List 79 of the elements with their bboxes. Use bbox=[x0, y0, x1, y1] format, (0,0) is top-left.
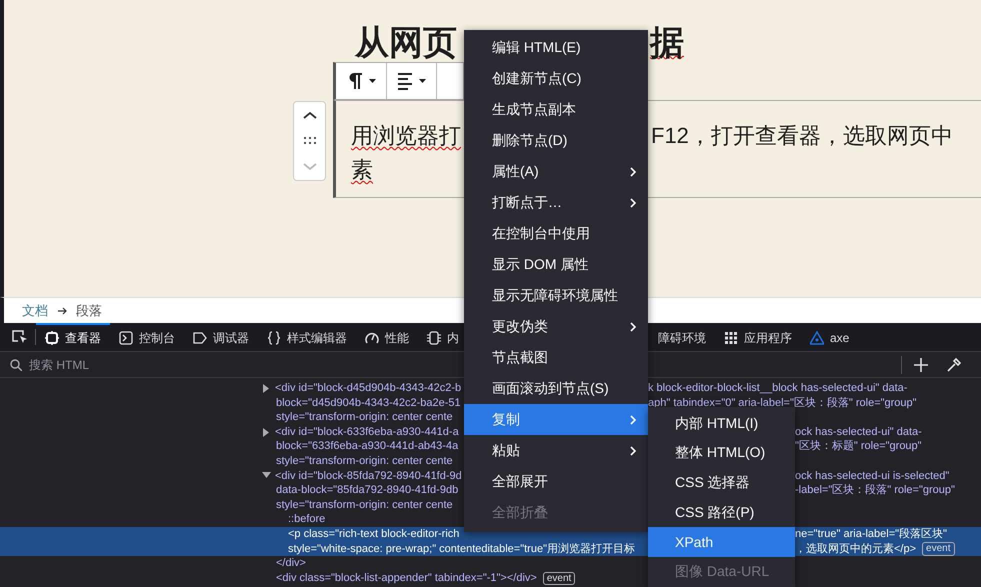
menu-item[interactable]: 属性(A) bbox=[464, 156, 648, 187]
devtools-tab[interactable]: axe bbox=[801, 323, 858, 351]
html-code-line: <div id="block-633f6eba-a930-441d-a bbox=[275, 424, 459, 440]
triangle-icon bbox=[810, 331, 824, 345]
drag-handle-icon[interactable] bbox=[304, 137, 316, 144]
menu-item[interactable]: 整体 HTML(O) bbox=[648, 438, 795, 468]
devtools-tab[interactable]: 样式编辑器 bbox=[258, 323, 356, 351]
devtools-tab[interactable]: 查看器 bbox=[36, 323, 110, 351]
devtools-tab[interactable]: 性能 bbox=[356, 323, 418, 351]
html-code-line: style="transform-origin: center cente bbox=[276, 454, 453, 469]
html-code-line: style="transform-origin: center cente bbox=[276, 498, 453, 512]
chevron-up-icon[interactable] bbox=[302, 110, 316, 120]
devtools-tab[interactable]: 应用程序 bbox=[715, 323, 801, 351]
html-code-line: ne="true" aria-label="段落区块" bbox=[795, 526, 947, 542]
align-left-icon bbox=[397, 71, 413, 91]
heading-text: 从网页 bbox=[355, 24, 457, 62]
search-field[interactable]: 搜索 HTML bbox=[27, 356, 231, 372]
gauge-icon bbox=[365, 331, 379, 345]
menu-item[interactable]: 内部 HTML(I) bbox=[648, 409, 795, 439]
html-code-line: aph" tabindex="0" aria-label="区块：段落" role="group" bbox=[648, 396, 917, 410]
html-code-line: "区块：标题" role="group" bbox=[795, 439, 922, 454]
paragraph-text: 用浏览器打 bbox=[351, 123, 461, 148]
html-code-line: style="transform-origin: center cente bbox=[276, 410, 453, 425]
devtools-tab[interactable]: 障碍环境 bbox=[649, 323, 715, 351]
element-picker-icon[interactable] bbox=[12, 329, 28, 345]
breadcrumb-item: 段落 bbox=[76, 302, 102, 320]
menu-item[interactable]: 粘贴 bbox=[464, 435, 648, 466]
menu-item[interactable]: 显示 DOM 属性 bbox=[464, 249, 648, 280]
html-code-line: <p class="rich-text block-editor-rich bbox=[288, 526, 460, 542]
html-code-line: block="d45d904b-4343-42c2-ba2e-51 bbox=[276, 396, 461, 410]
debugger-icon bbox=[193, 331, 207, 345]
breadcrumb-link[interactable]: 文档 bbox=[22, 302, 48, 320]
html-code-line: ::before bbox=[288, 512, 326, 527]
collapse-triangle-icon[interactable] bbox=[262, 471, 271, 480]
html-code-line: </div> bbox=[276, 556, 306, 571]
plus-icon bbox=[914, 358, 928, 372]
menu-item[interactable]: 删除节点(D) bbox=[464, 125, 648, 156]
menu-item[interactable]: 画面滚动到节点(S) bbox=[464, 373, 648, 404]
grid-icon bbox=[724, 331, 738, 345]
html-code-line: block="633f6eba-a930-441d-ab43-4a bbox=[276, 439, 458, 454]
chip-icon bbox=[427, 331, 441, 345]
html-code-line: k block-editor-block-list__block has-selected-ui" data- bbox=[648, 381, 908, 396]
arrow-right-icon bbox=[57, 306, 67, 316]
menu-item[interactable]: 编辑 HTML(E) bbox=[464, 32, 648, 63]
paragraph-text: F12，打开查看器，选取网页中 bbox=[651, 122, 953, 150]
html-code-line: ock has-selected-ui" data- bbox=[795, 424, 922, 440]
caret-icon bbox=[369, 79, 376, 83]
menu-item[interactable]: XPath bbox=[648, 527, 795, 557]
heading-text: 据 bbox=[650, 24, 684, 62]
html-code-line: ock has-selected-ui is-selected" bbox=[795, 468, 950, 484]
menu-item[interactable]: 创建新节点(C) bbox=[464, 63, 648, 94]
paragraph-text: 素 bbox=[351, 157, 373, 182]
html-code-line: ，选取网页中的元素</p> bbox=[795, 542, 916, 556]
html-code-line: <div class="block-list-appender" tabindex="-1"></div> bbox=[276, 570, 537, 586]
menu-item[interactable]: 显示无障碍环境属性 bbox=[464, 280, 648, 311]
eyedropper-icon bbox=[946, 356, 962, 372]
expand-triangle-icon[interactable] bbox=[262, 428, 271, 437]
html-code-line: <div id="block-d45d904b-4343-42c2-b bbox=[275, 381, 462, 396]
menu-item[interactable]: 生成节点副本 bbox=[464, 94, 648, 125]
event-badge[interactable]: event bbox=[542, 572, 576, 585]
devtools-tab[interactable]: 控制台 bbox=[110, 323, 184, 351]
html-code-line: style="white-space: pre-wrap;" contenteditable="true"用浏览器打开目标 bbox=[288, 542, 635, 556]
inspector-icon bbox=[45, 331, 59, 345]
menu-item[interactable]: 复制 bbox=[464, 404, 648, 435]
search-icon bbox=[10, 358, 22, 370]
menu-item[interactable]: 全部展开 bbox=[464, 466, 648, 497]
devtools-tab[interactable]: 调试器 bbox=[184, 323, 258, 351]
menu-item[interactable]: CSS 路径(P) bbox=[648, 498, 795, 528]
html-code-line: -label="区块：段落" role="group" bbox=[795, 483, 955, 498]
caret-icon bbox=[419, 79, 426, 83]
menu-item[interactable]: 在控制台中使用 bbox=[464, 218, 648, 249]
menu-item[interactable]: CSS 选择器 bbox=[648, 468, 795, 498]
braces-icon bbox=[267, 331, 281, 345]
expand-triangle-icon[interactable] bbox=[262, 384, 271, 393]
menu-item[interactable]: 打断点于… bbox=[464, 187, 648, 218]
html-code-line: data-block="85fda792-8940-41fd-9db bbox=[276, 483, 458, 498]
html-code-line: <div id="block-85fda792-8940-41fd-9d bbox=[275, 468, 462, 484]
console-icon bbox=[119, 331, 133, 345]
event-badge[interactable]: event bbox=[922, 542, 954, 556]
